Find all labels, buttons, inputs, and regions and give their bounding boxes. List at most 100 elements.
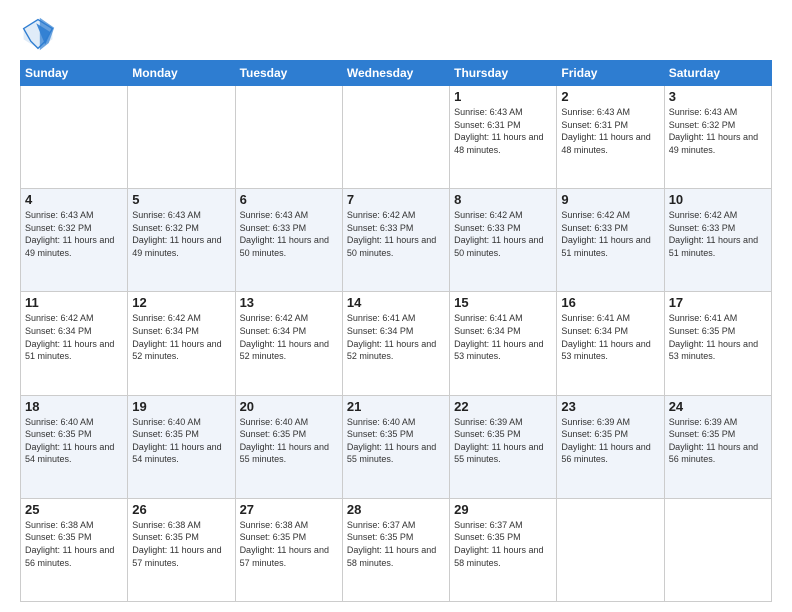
logo	[20, 16, 60, 52]
day-info: Sunrise: 6:43 AM Sunset: 6:32 PM Dayligh…	[669, 106, 767, 156]
calendar-cell: 15 Sunrise: 6:41 AM Sunset: 6:34 PM Dayli…	[450, 292, 557, 395]
calendar-cell: 29 Sunrise: 6:37 AM Sunset: 6:35 PM Dayli…	[450, 498, 557, 601]
calendar-header-row: SundayMondayTuesdayWednesdayThursdayFrid…	[21, 61, 772, 86]
calendar-cell: 23 Sunrise: 6:39 AM Sunset: 6:35 PM Dayli…	[557, 395, 664, 498]
calendar-cell	[128, 86, 235, 189]
calendar-cell: 1 Sunrise: 6:43 AM Sunset: 6:31 PM Daylig…	[450, 86, 557, 189]
calendar-cell: 25Sunrise: 6:38 AM Sunset: 6:35 PM Dayli…	[21, 498, 128, 601]
calendar-week-4: 18 Sunrise: 6:40 AM Sunset: 6:35 PM Dayli…	[21, 395, 772, 498]
day-info: Sunrise: 6:41 AM Sunset: 6:34 PM Dayligh…	[347, 312, 445, 362]
day-info: Sunrise: 6:38 AM Sunset: 6:35 PM Dayligh…	[132, 519, 230, 569]
day-number: 23	[561, 399, 659, 414]
day-number: 20	[240, 399, 338, 414]
logo-icon	[20, 16, 56, 52]
calendar-cell: 17 Sunrise: 6:41 AM Sunset: 6:35 PM Dayli…	[664, 292, 771, 395]
calendar-week-3: 11 Sunrise: 6:42 AM Sunset: 6:34 PM Dayli…	[21, 292, 772, 395]
day-info: Sunrise: 6:43 AM Sunset: 6:31 PM Dayligh…	[561, 106, 659, 156]
day-info: Sunrise: 6:40 AM Sunset: 6:35 PM Dayligh…	[347, 416, 445, 466]
calendar-header-saturday: Saturday	[664, 61, 771, 86]
day-number: 28	[347, 502, 445, 517]
calendar-week-1: 1 Sunrise: 6:43 AM Sunset: 6:31 PM Daylig…	[21, 86, 772, 189]
day-info: Sunrise: 6:43 AM Sunset: 6:31 PM Dayligh…	[454, 106, 552, 156]
calendar-cell: 21 Sunrise: 6:40 AM Sunset: 6:35 PM Dayli…	[342, 395, 449, 498]
day-number: 22	[454, 399, 552, 414]
day-info: Sunrise: 6:37 AM Sunset: 6:35 PM Dayligh…	[454, 519, 552, 569]
day-info: Sunrise: 6:42 AM Sunset: 6:34 PM Dayligh…	[25, 312, 123, 362]
calendar-cell	[557, 498, 664, 601]
calendar-cell: 5 Sunrise: 6:43 AM Sunset: 6:32 PM Daylig…	[128, 189, 235, 292]
day-info: Sunrise: 6:42 AM Sunset: 6:33 PM Dayligh…	[561, 209, 659, 259]
calendar-cell: 19Sunrise: 6:40 AM Sunset: 6:35 PM Dayli…	[128, 395, 235, 498]
day-number: 7	[347, 192, 445, 207]
day-number: 2	[561, 89, 659, 104]
calendar-cell: 27 Sunrise: 6:38 AM Sunset: 6:35 PM Dayli…	[235, 498, 342, 601]
calendar-cell: 24 Sunrise: 6:39 AM Sunset: 6:35 PM Dayli…	[664, 395, 771, 498]
calendar-cell: 26Sunrise: 6:38 AM Sunset: 6:35 PM Dayli…	[128, 498, 235, 601]
calendar-cell: 2 Sunrise: 6:43 AM Sunset: 6:31 PM Daylig…	[557, 86, 664, 189]
calendar-cell: 11 Sunrise: 6:42 AM Sunset: 6:34 PM Dayli…	[21, 292, 128, 395]
day-info: Sunrise: 6:43 AM Sunset: 6:33 PM Dayligh…	[240, 209, 338, 259]
day-number: 4	[25, 192, 123, 207]
day-number: 18	[25, 399, 123, 414]
day-number: 21	[347, 399, 445, 414]
day-info: Sunrise: 6:39 AM Sunset: 6:35 PM Dayligh…	[669, 416, 767, 466]
calendar-week-2: 4 Sunrise: 6:43 AM Sunset: 6:32 PM Daylig…	[21, 189, 772, 292]
day-number: 29	[454, 502, 552, 517]
calendar-header-thursday: Thursday	[450, 61, 557, 86]
calendar-cell	[664, 498, 771, 601]
day-info: Sunrise: 6:42 AM Sunset: 6:34 PM Dayligh…	[240, 312, 338, 362]
day-info: Sunrise: 6:39 AM Sunset: 6:35 PM Dayligh…	[454, 416, 552, 466]
calendar-cell: 18Sunrise: 6:40 AM Sunset: 6:35 PM Dayli…	[21, 395, 128, 498]
day-number: 16	[561, 295, 659, 310]
day-info: Sunrise: 6:38 AM Sunset: 6:35 PM Dayligh…	[25, 519, 123, 569]
calendar-header-tuesday: Tuesday	[235, 61, 342, 86]
day-number: 8	[454, 192, 552, 207]
day-number: 10	[669, 192, 767, 207]
calendar-cell: 8 Sunrise: 6:42 AM Sunset: 6:33 PM Daylig…	[450, 189, 557, 292]
calendar-cell: 20Sunrise: 6:40 AM Sunset: 6:35 PM Dayli…	[235, 395, 342, 498]
calendar-cell: 9 Sunrise: 6:42 AM Sunset: 6:33 PM Daylig…	[557, 189, 664, 292]
calendar-cell	[21, 86, 128, 189]
day-number: 1	[454, 89, 552, 104]
calendar-cell: 6 Sunrise: 6:43 AM Sunset: 6:33 PM Daylig…	[235, 189, 342, 292]
day-number: 27	[240, 502, 338, 517]
day-info: Sunrise: 6:42 AM Sunset: 6:33 PM Dayligh…	[454, 209, 552, 259]
calendar-cell: 14 Sunrise: 6:41 AM Sunset: 6:34 PM Dayli…	[342, 292, 449, 395]
day-number: 14	[347, 295, 445, 310]
day-number: 6	[240, 192, 338, 207]
calendar-header-sunday: Sunday	[21, 61, 128, 86]
day-info: Sunrise: 6:39 AM Sunset: 6:35 PM Dayligh…	[561, 416, 659, 466]
day-number: 19	[132, 399, 230, 414]
calendar-header-friday: Friday	[557, 61, 664, 86]
calendar-cell	[235, 86, 342, 189]
day-info: Sunrise: 6:42 AM Sunset: 6:34 PM Dayligh…	[132, 312, 230, 362]
calendar-cell: 28 Sunrise: 6:37 AM Sunset: 6:35 PM Dayli…	[342, 498, 449, 601]
day-number: 12	[132, 295, 230, 310]
day-number: 15	[454, 295, 552, 310]
day-info: Sunrise: 6:37 AM Sunset: 6:35 PM Dayligh…	[347, 519, 445, 569]
day-number: 3	[669, 89, 767, 104]
calendar-cell	[342, 86, 449, 189]
calendar-cell: 12 Sunrise: 6:42 AM Sunset: 6:34 PM Dayli…	[128, 292, 235, 395]
day-number: 17	[669, 295, 767, 310]
day-info: Sunrise: 6:43 AM Sunset: 6:32 PM Dayligh…	[132, 209, 230, 259]
day-number: 11	[25, 295, 123, 310]
day-number: 13	[240, 295, 338, 310]
calendar-cell: 7 Sunrise: 6:42 AM Sunset: 6:33 PM Daylig…	[342, 189, 449, 292]
calendar-week-5: 25Sunrise: 6:38 AM Sunset: 6:35 PM Dayli…	[21, 498, 772, 601]
calendar-cell: 10Sunrise: 6:42 AM Sunset: 6:33 PM Dayli…	[664, 189, 771, 292]
day-info: Sunrise: 6:42 AM Sunset: 6:33 PM Dayligh…	[347, 209, 445, 259]
day-info: Sunrise: 6:41 AM Sunset: 6:34 PM Dayligh…	[561, 312, 659, 362]
day-number: 9	[561, 192, 659, 207]
page: SundayMondayTuesdayWednesdayThursdayFrid…	[0, 0, 792, 612]
day-info: Sunrise: 6:41 AM Sunset: 6:35 PM Dayligh…	[669, 312, 767, 362]
calendar-cell: 22 Sunrise: 6:39 AM Sunset: 6:35 PM Dayli…	[450, 395, 557, 498]
day-info: Sunrise: 6:38 AM Sunset: 6:35 PM Dayligh…	[240, 519, 338, 569]
calendar-cell: 3 Sunrise: 6:43 AM Sunset: 6:32 PM Daylig…	[664, 86, 771, 189]
calendar-header-monday: Monday	[128, 61, 235, 86]
day-number: 5	[132, 192, 230, 207]
calendar-cell: 13 Sunrise: 6:42 AM Sunset: 6:34 PM Dayli…	[235, 292, 342, 395]
day-info: Sunrise: 6:41 AM Sunset: 6:34 PM Dayligh…	[454, 312, 552, 362]
day-number: 24	[669, 399, 767, 414]
header	[20, 16, 772, 52]
